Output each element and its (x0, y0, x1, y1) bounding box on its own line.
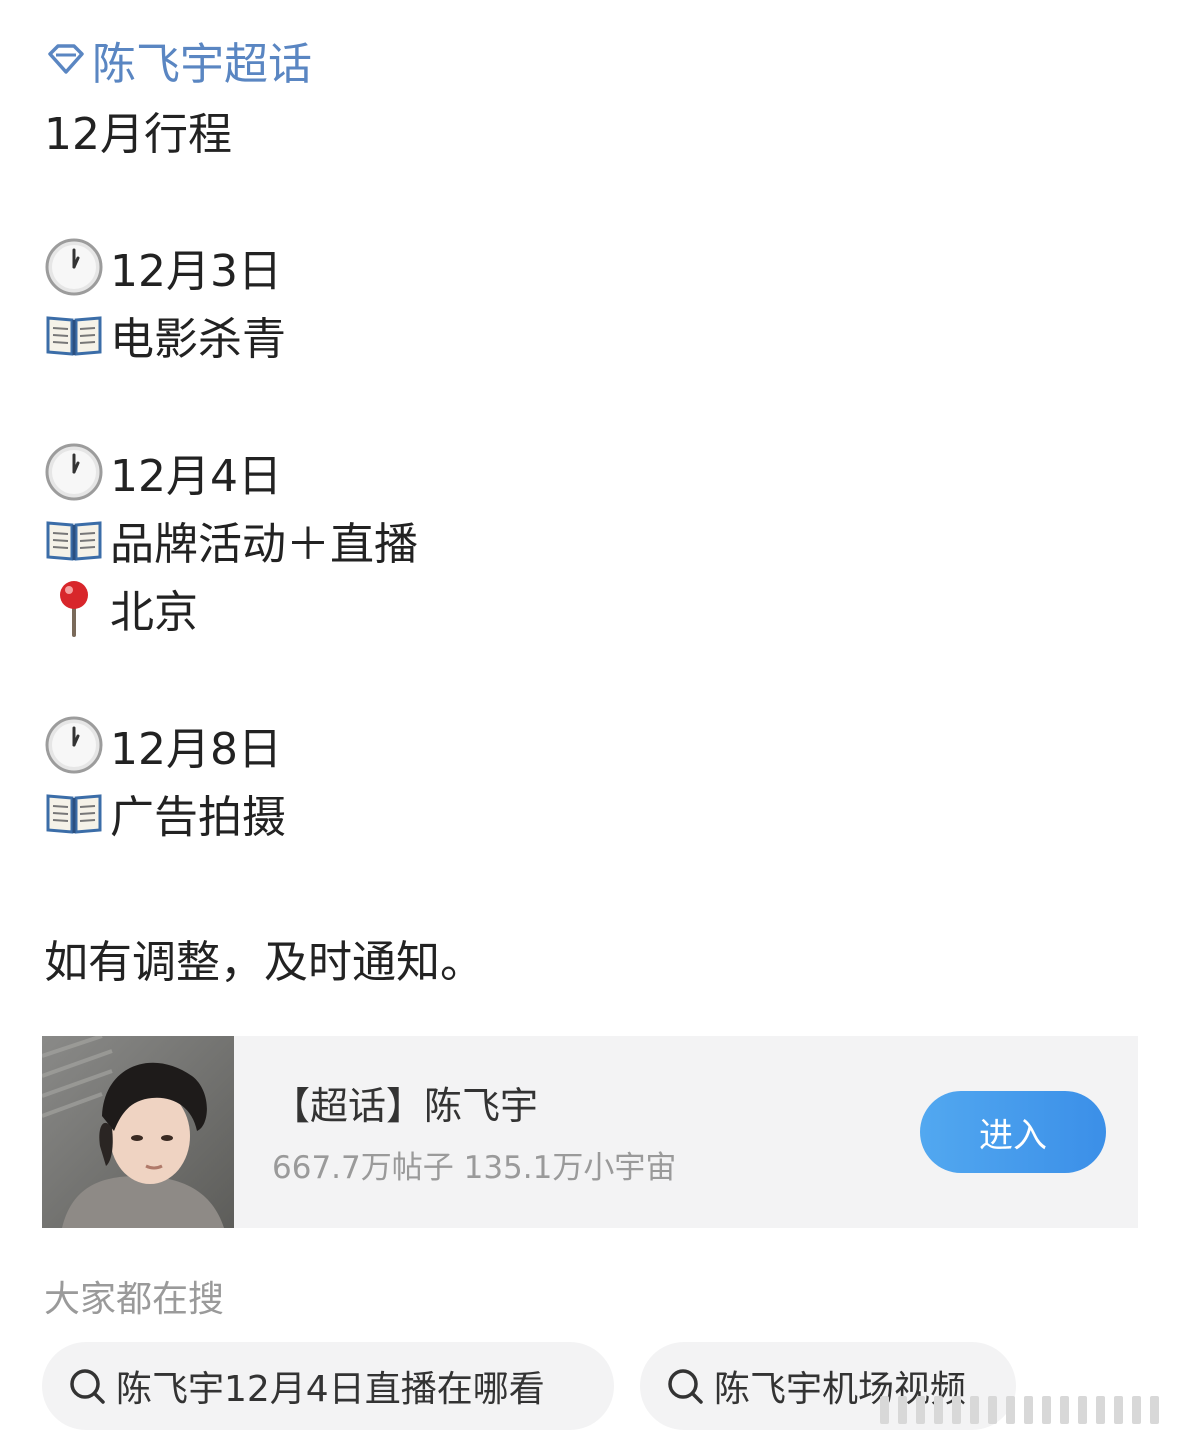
search-suggestion-text: 陈飞宇12月4日直播在哪看 (116, 1369, 545, 1410)
avatar-photo (42, 1036, 234, 1228)
supertopic-link[interactable]: 陈飞宇超话 (44, 30, 312, 90)
supertopic-card[interactable]: 【超话】陈飞宇 667.7万帖子 135.1万小宇宙 进入 (42, 1036, 1138, 1228)
schedule-event: 品牌活动＋直播 (110, 519, 418, 570)
schedule-event: 电影杀青 (110, 314, 286, 365)
search-heading: 大家都在搜 (44, 1279, 225, 1320)
clock-icon (44, 442, 104, 502)
clock-icon (44, 237, 104, 297)
schedule-date: 12月3日 (110, 246, 282, 297)
card-stats: 667.7万帖子 135.1万小宇宙 (272, 1149, 677, 1186)
card-text: 【超话】陈飞宇 667.7万帖子 135.1万小宇宙 (272, 1078, 920, 1187)
book-icon (44, 305, 104, 365)
card-title: 【超话】陈飞宇 (272, 1083, 539, 1128)
diamond-icon (48, 44, 84, 74)
search-icon (70, 1369, 105, 1404)
search-icon (668, 1369, 703, 1404)
schedule-date: 12月4日 (110, 451, 282, 502)
schedule-date-row: 12月8日 (44, 711, 1134, 779)
supertopic-name: 陈飞宇超话 (92, 39, 312, 90)
schedule-event-row: 电影杀青 (44, 301, 1134, 369)
closing-note: 如有调整，及时通知。 (44, 937, 484, 988)
schedule-date-row: 12月4日 (44, 438, 1134, 506)
clock-icon (44, 715, 104, 775)
book-icon (44, 510, 104, 570)
schedule-event-row: 品牌活动＋直播 (44, 506, 1134, 574)
book-icon (44, 783, 104, 843)
post-body: 12月行程 12月3日 电影杀青 12月4日 品牌活动＋直播 北京 12月8日 … (44, 96, 1134, 847)
schedule-date-row: 12月3日 (44, 233, 1134, 301)
schedule-event: 广告拍摄 (110, 792, 286, 843)
schedule-location: 北京 (110, 587, 198, 638)
schedule-date: 12月8日 (110, 724, 282, 775)
watermark (880, 1392, 1170, 1428)
search-suggestion-chip[interactable]: 陈飞宇12月4日直播在哪看 (42, 1342, 614, 1430)
post-headline: 12月行程 (44, 109, 232, 160)
pin-icon (44, 578, 104, 638)
schedule-event-row: 广告拍摄 (44, 779, 1134, 847)
enter-button[interactable]: 进入 (920, 1091, 1106, 1173)
schedule-location-row: 北京 (44, 574, 1134, 642)
